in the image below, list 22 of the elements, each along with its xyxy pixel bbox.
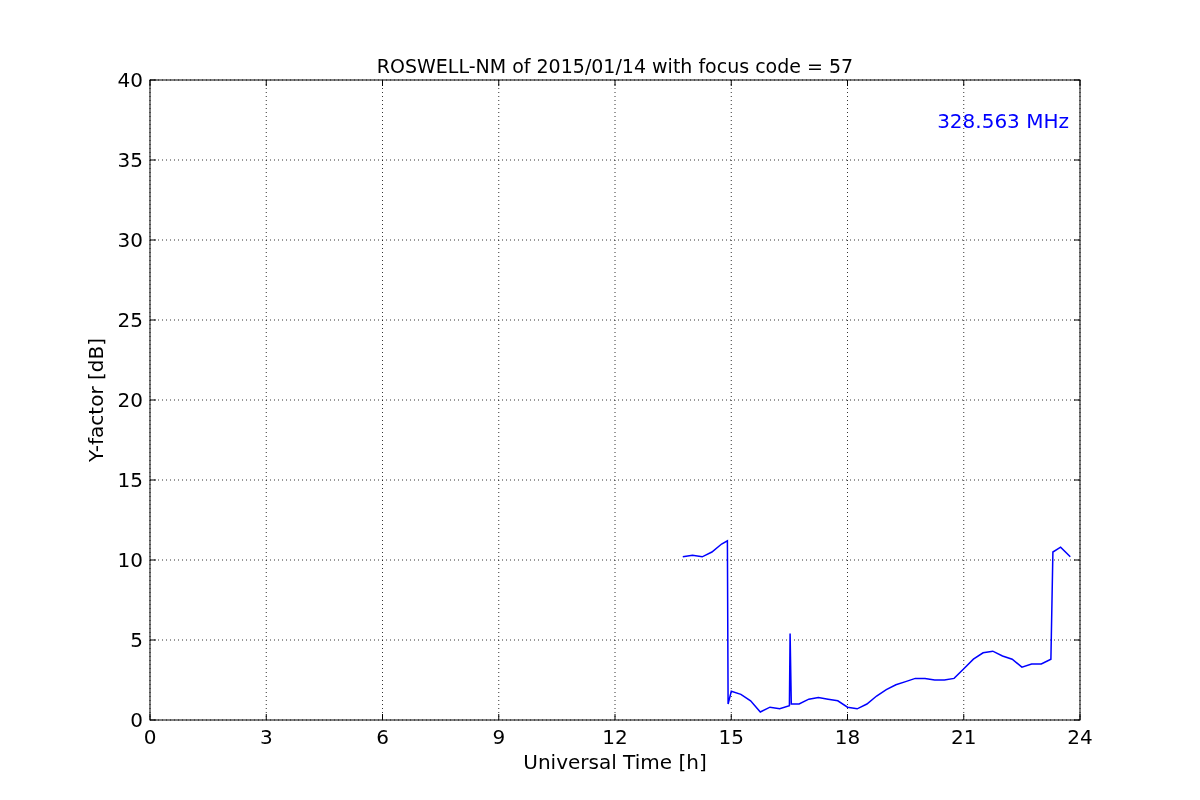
x-tick-label: 6 [376,725,389,749]
y-tick-label: 25 [117,308,143,332]
x-tick-label: 21 [951,725,977,749]
x-tick-label: 9 [492,725,506,749]
x-tick-label: 24 [1067,725,1093,749]
x-tick-label: 15 [718,725,744,749]
y-tick-label: 35 [117,148,143,172]
y-tick-label: 15 [117,468,143,492]
x-tick-label: 0 [143,725,157,749]
y-axis-label: Y-factor [dB] [84,338,108,462]
y-tick-label: 40 [117,68,143,92]
x-tick-label: 3 [259,725,273,749]
y-tick-label: 10 [117,548,143,572]
chart-title: ROSWELL-NM of 2015/01/14 with focus code = 57 [376,55,854,77]
x-tick-label: 12 [602,725,628,749]
y-tick-label: 5 [130,628,143,652]
y-tick-label: 0 [130,708,143,732]
y-tick-label: 20 [117,388,143,412]
x-axis-label: Universal Time [h] [523,750,707,774]
legend-label: 328.563 MHz [937,109,1069,133]
x-tick-label: 18 [834,725,861,749]
y-tick-label: 30 [117,228,143,252]
